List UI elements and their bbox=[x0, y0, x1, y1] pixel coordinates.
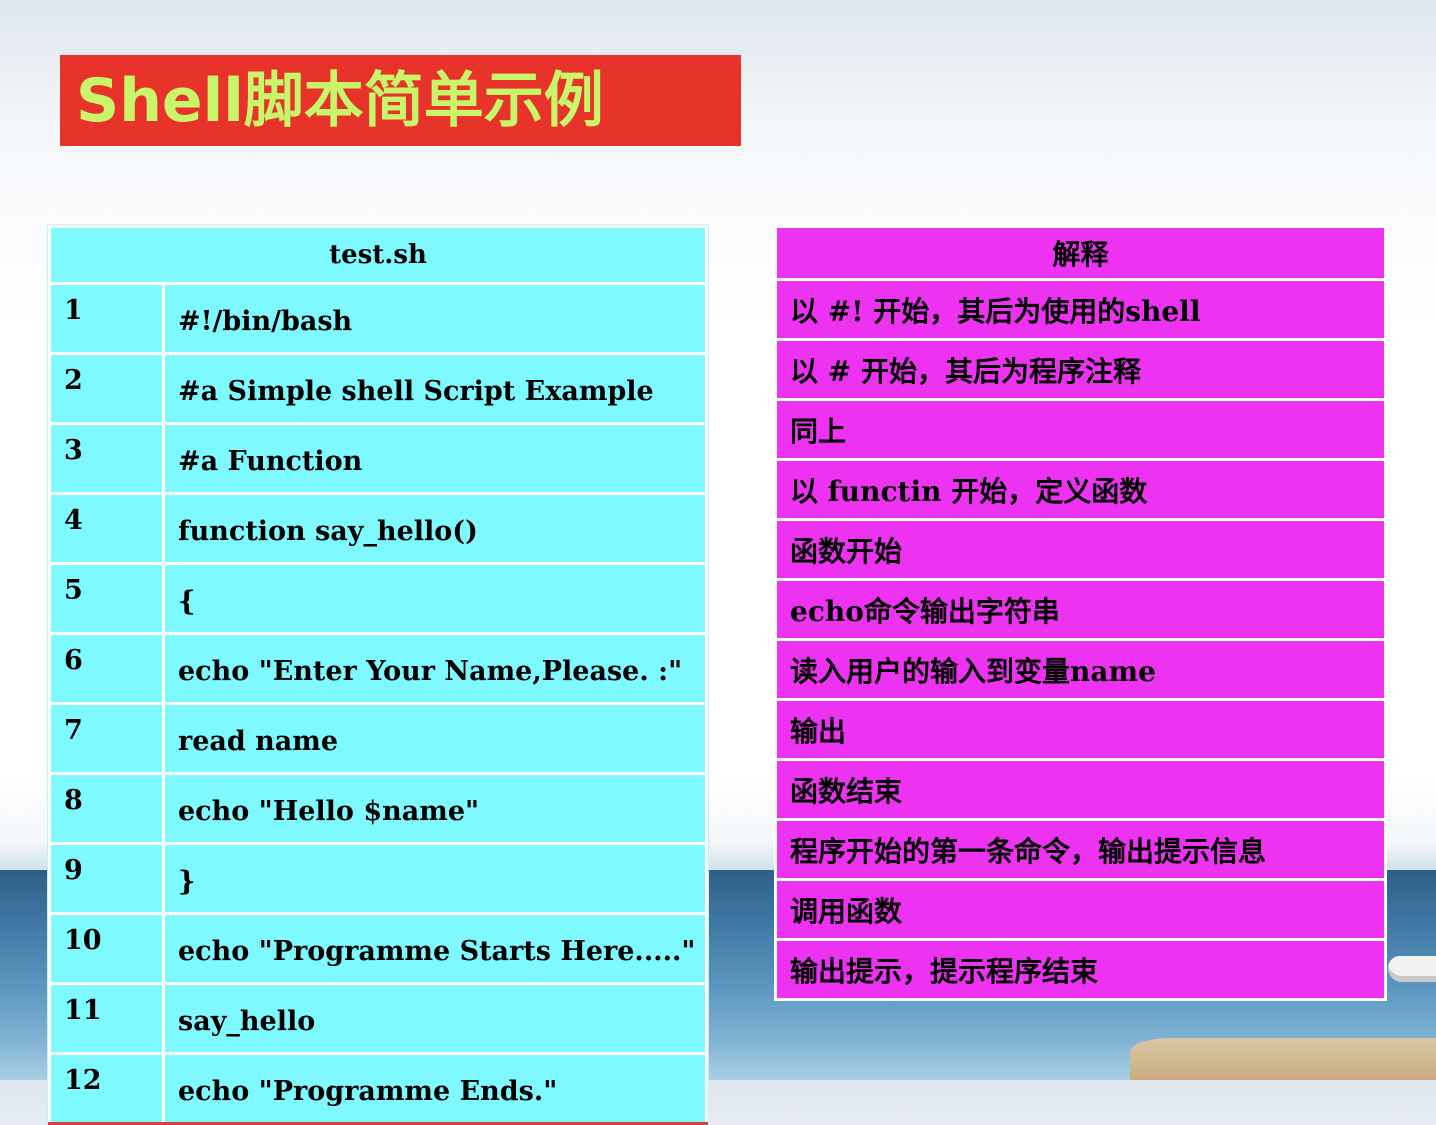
line-number: 11 bbox=[48, 982, 165, 1055]
explanation-row: 以 # 开始，其后为程序注释 bbox=[774, 338, 1387, 401]
explanation-cell: 以 functin 开始，定义函数 bbox=[774, 458, 1387, 521]
code-row: 4 function say_hello() bbox=[48, 492, 708, 565]
explanation-cell: 以 # 开始，其后为程序注释 bbox=[774, 338, 1387, 401]
explanation-cell: echo命令输出字符串 bbox=[774, 578, 1387, 641]
code-row: 10 echo "Programme Starts Here....." bbox=[48, 912, 708, 985]
explanation-row: 同上 bbox=[774, 398, 1387, 461]
code-line: echo "Enter Your Name,Please. :" bbox=[162, 632, 708, 705]
code-row: 6 echo "Enter Your Name,Please. :" bbox=[48, 632, 708, 705]
explanation-cell: 函数开始 bbox=[774, 518, 1387, 581]
code-row: 1 #!/bin/bash bbox=[48, 282, 708, 355]
line-number: 1 bbox=[48, 282, 165, 355]
explanation-cell: 以 #! 开始，其后为使用的shell bbox=[774, 278, 1387, 341]
line-number: 10 bbox=[48, 912, 165, 985]
explanation-table-header: 解释 bbox=[774, 225, 1387, 281]
slide-title-box: Shell脚本简单示例 bbox=[60, 55, 741, 146]
code-line: #!/bin/bash bbox=[162, 282, 708, 355]
code-line: say_hello bbox=[162, 982, 708, 1055]
line-number: 6 bbox=[48, 632, 165, 705]
line-number: 2 bbox=[48, 352, 165, 425]
code-line: read name bbox=[162, 702, 708, 775]
code-table-header: test.sh bbox=[48, 225, 708, 285]
explanation-cell: 输出提示，提示程序结束 bbox=[774, 938, 1387, 1001]
code-table: test.sh 1 #!/bin/bash 2 #a Simple shell Sc… bbox=[48, 225, 708, 1125]
explanation-cell: 同上 bbox=[774, 398, 1387, 461]
explanation-row: echo命令输出字符串 bbox=[774, 578, 1387, 641]
explanation-row: 输出 bbox=[774, 698, 1387, 761]
explanation-table: 解释 以 #! 开始，其后为使用的shell 以 # 开始，其后为程序注释 同上… bbox=[774, 225, 1387, 1001]
code-row: 12 echo "Programme Ends." bbox=[48, 1052, 708, 1125]
code-row: 8 echo "Hello $name" bbox=[48, 772, 708, 845]
line-number: 3 bbox=[48, 422, 165, 495]
line-number: 7 bbox=[48, 702, 165, 775]
code-line: echo "Programme Starts Here....." bbox=[162, 912, 708, 985]
code-line: #a Function bbox=[162, 422, 708, 495]
beach-decoration bbox=[1130, 1038, 1436, 1080]
slide-title: Shell脚本简单示例 bbox=[76, 66, 604, 136]
code-line: } bbox=[162, 842, 708, 915]
code-row: 5{ bbox=[48, 562, 708, 635]
explanation-row: 函数结束 bbox=[774, 758, 1387, 821]
explanation-row: 函数开始 bbox=[774, 518, 1387, 581]
code-line: #a Simple shell Script Example bbox=[162, 352, 708, 425]
code-row: 9} bbox=[48, 842, 708, 915]
explanation-row: 程序开始的第一条命令，输出提示信息 bbox=[774, 818, 1387, 881]
explanation-row: 以 #! 开始，其后为使用的shell bbox=[774, 278, 1387, 341]
code-line: function say_hello() bbox=[162, 492, 708, 565]
explanation-cell: 调用函数 bbox=[774, 878, 1387, 941]
explanation-row: 读入用户的输入到变量name bbox=[774, 638, 1387, 701]
code-row: 3 #a Function bbox=[48, 422, 708, 495]
explanation-cell: 程序开始的第一条命令，输出提示信息 bbox=[774, 818, 1387, 881]
boat-decoration bbox=[1388, 956, 1436, 982]
explanation-row: 输出提示，提示程序结束 bbox=[774, 938, 1387, 1001]
line-number: 9 bbox=[48, 842, 165, 915]
code-row: 11 say_hello bbox=[48, 982, 708, 1055]
line-number: 4 bbox=[48, 492, 165, 565]
explanation-cell: 输出 bbox=[774, 698, 1387, 761]
code-line: echo "Hello $name" bbox=[162, 772, 708, 845]
line-number: 12 bbox=[48, 1052, 165, 1125]
code-row: 7 read name bbox=[48, 702, 708, 775]
explanation-cell: 读入用户的输入到变量name bbox=[774, 638, 1387, 701]
code-line: echo "Programme Ends." bbox=[162, 1052, 708, 1125]
line-number: 5 bbox=[48, 562, 165, 635]
explanation-row: 调用函数 bbox=[774, 878, 1387, 941]
code-row: 2 #a Simple shell Script Example bbox=[48, 352, 708, 425]
explanation-cell: 函数结束 bbox=[774, 758, 1387, 821]
explanation-row: 以 functin 开始，定义函数 bbox=[774, 458, 1387, 521]
code-line: { bbox=[162, 562, 708, 635]
line-number: 8 bbox=[48, 772, 165, 845]
